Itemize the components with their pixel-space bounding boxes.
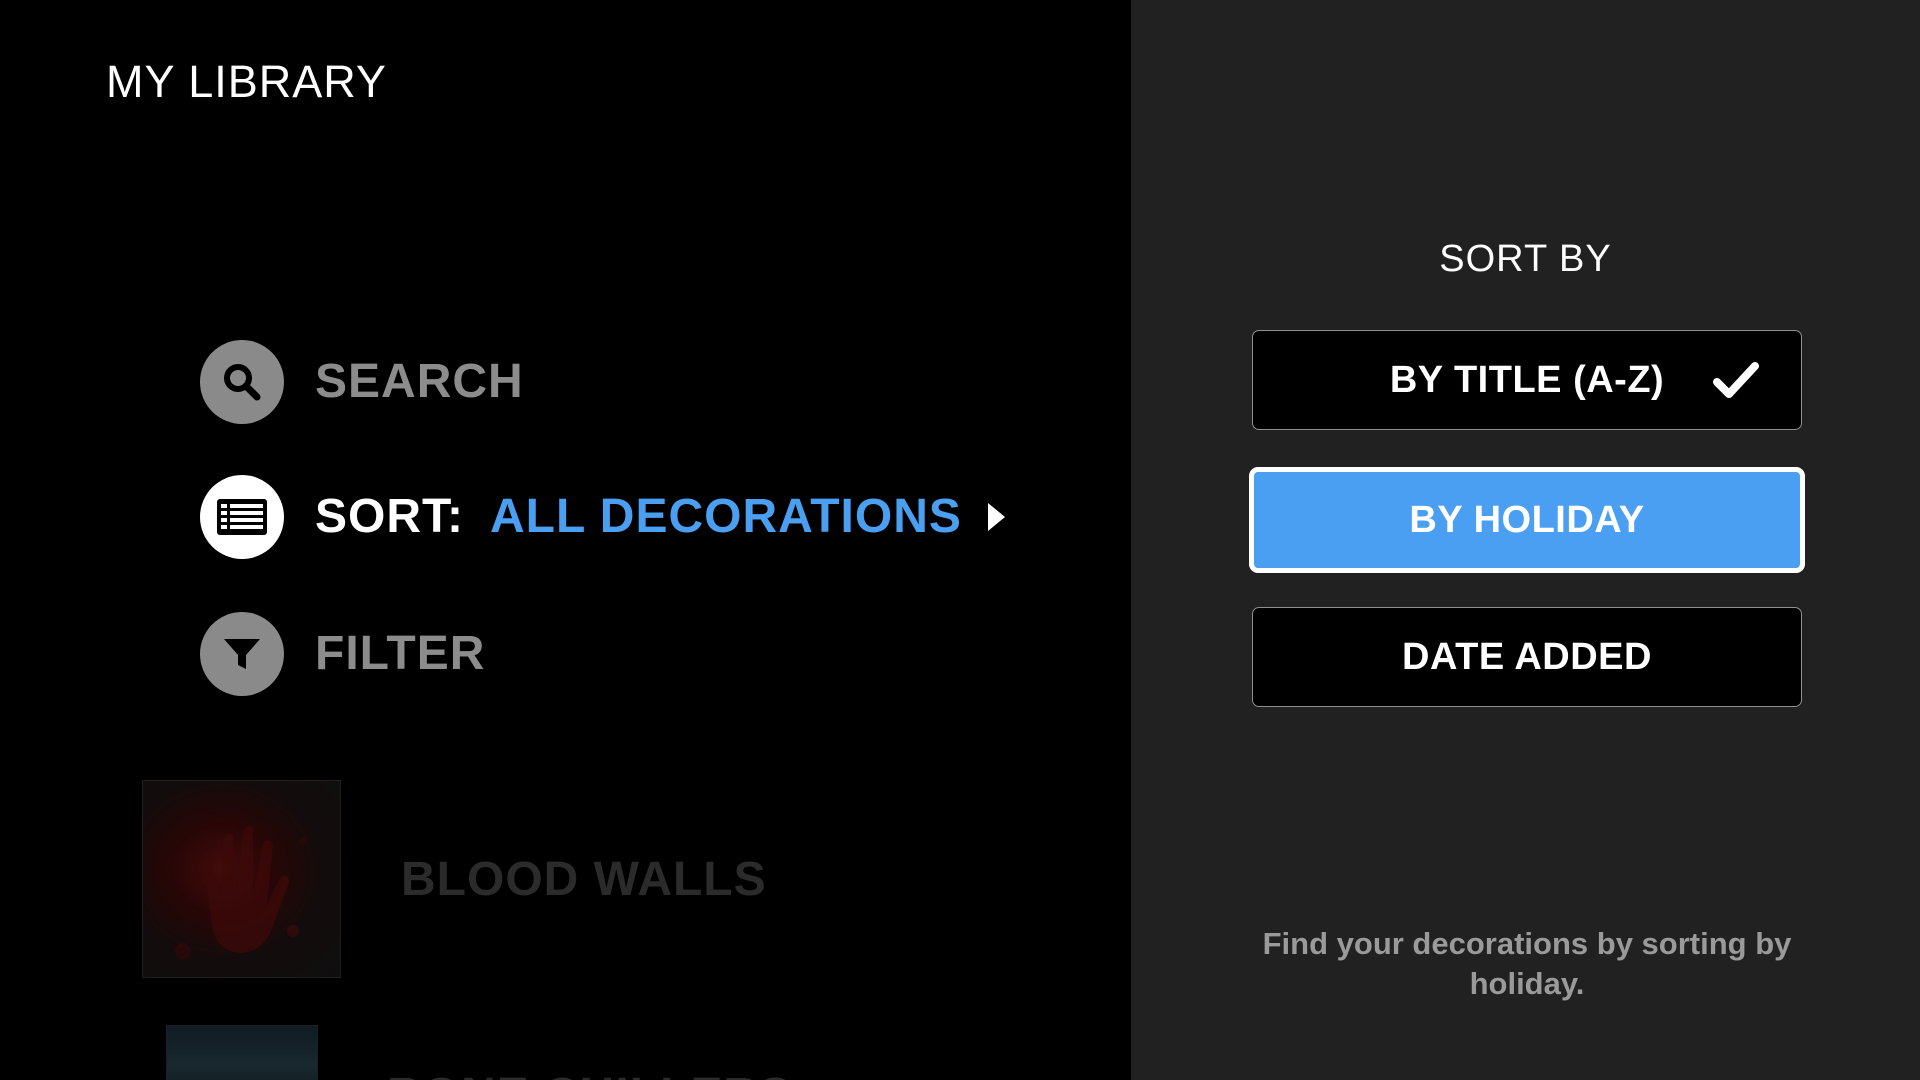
item-thumbnail [166, 1024, 318, 1080]
page-title: MY LIBRARY [106, 56, 387, 107]
checkmark-icon [1713, 362, 1759, 398]
chevron-right-icon [987, 502, 1005, 531]
search-icon [200, 339, 284, 424]
option-label: BY TITLE (A-Z) [1389, 358, 1665, 401]
filter-menu-item[interactable]: FILTER [200, 611, 485, 696]
sort-menu-item[interactable]: SORT: ALL DECORATIONS [200, 474, 1005, 559]
library-item[interactable]: BLOOD WALLS [142, 780, 767, 978]
option-label: DATE ADDED [1402, 635, 1652, 678]
search-label: SEARCH [315, 355, 524, 408]
filter-label: FILTER [315, 627, 486, 680]
item-title: BLOOD WALLS [401, 852, 767, 906]
library-item[interactable]: BONE CHILLERS [166, 1008, 792, 1080]
funnel-icon [200, 611, 284, 696]
sort-by-holiday-button[interactable]: BY HOLIDAY [1249, 467, 1805, 573]
library-panel: MY LIBRARY SEARCH SORT: ALL DECORATIONS … [0, 0, 1131, 1080]
item-thumbnail [142, 780, 341, 978]
option-label: BY HOLIDAY [1409, 498, 1645, 541]
sort-by-title-button[interactable]: BY TITLE (A-Z) [1252, 330, 1802, 430]
sort-options-panel: SORT BY BY TITLE (A-Z) BY HOLIDAY DATE A… [1131, 0, 1920, 1080]
library-screen: MY LIBRARY SEARCH SORT: ALL DECORATIONS … [0, 0, 1920, 1080]
search-menu-item[interactable]: SEARCH [200, 339, 524, 424]
list-icon [200, 474, 284, 559]
item-title: BONE CHILLERS [387, 1068, 792, 1080]
sort-label: SORT: [315, 490, 464, 543]
sort-panel-heading: SORT BY [1439, 238, 1612, 280]
sort-current-value: ALL DECORATIONS [490, 490, 962, 543]
sort-hint-text: Find your decorations by sorting by holi… [1262, 926, 1792, 1001]
sort-by-date-added-button[interactable]: DATE ADDED [1252, 607, 1802, 707]
